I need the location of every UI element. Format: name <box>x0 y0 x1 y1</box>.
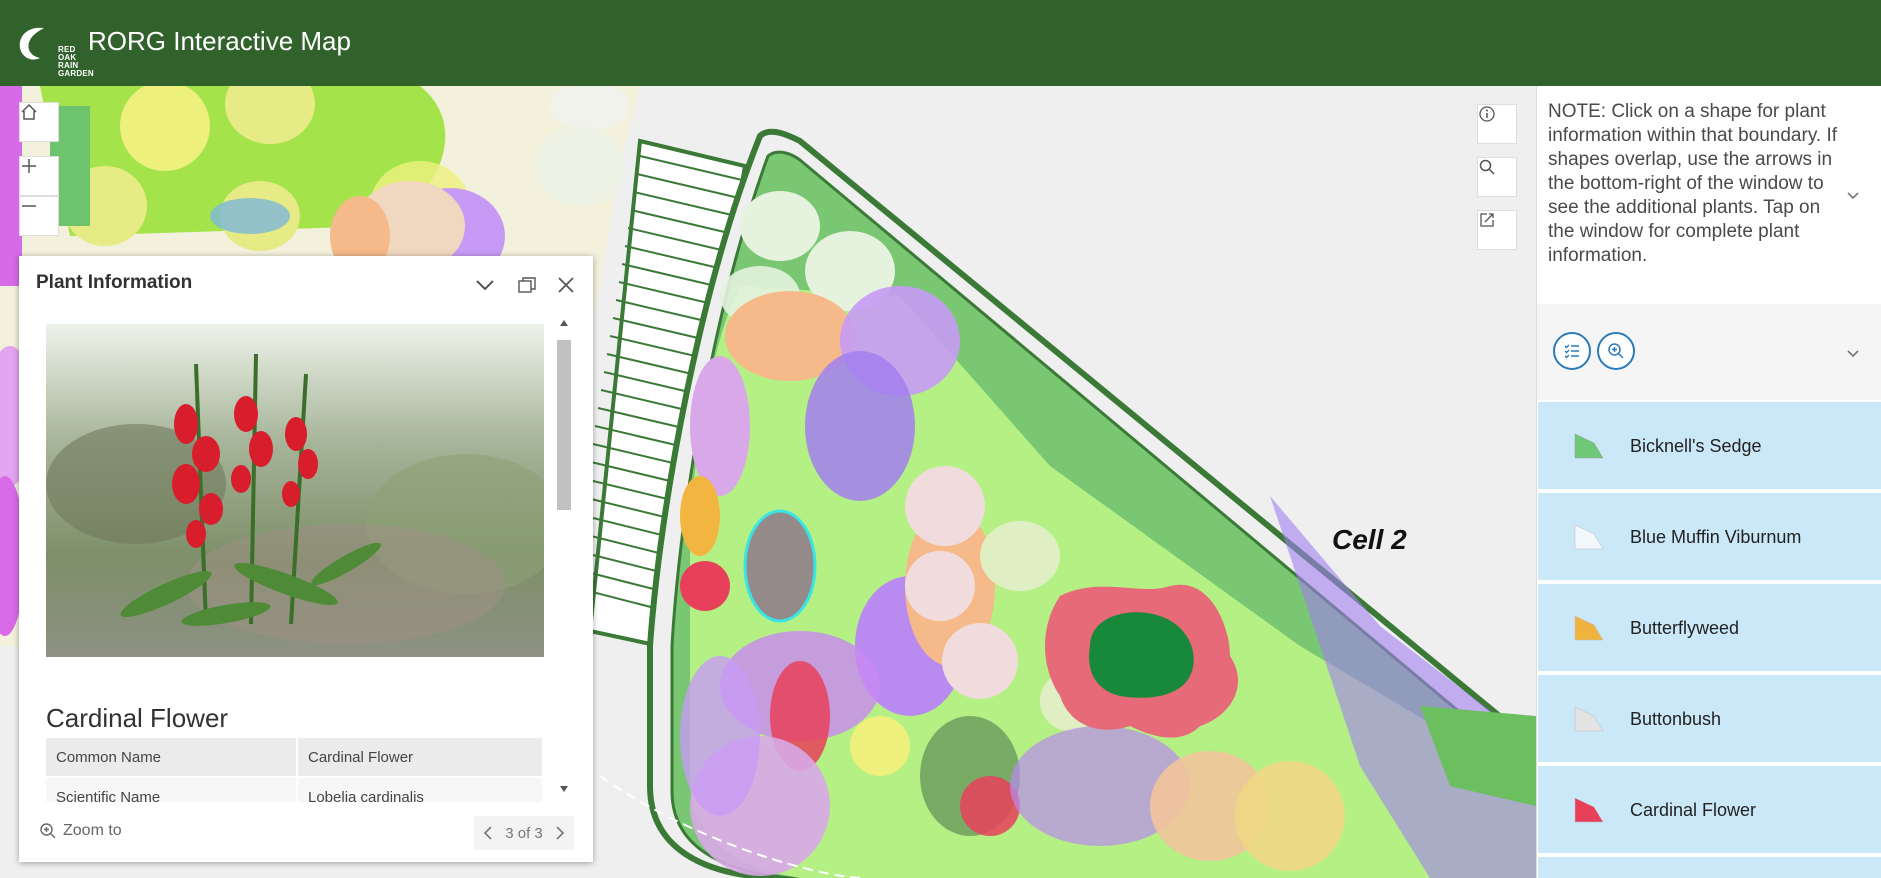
legend-swatch <box>1574 706 1604 732</box>
legend-item[interactable]: Cardinal Flower <box>1538 766 1881 855</box>
dock-button[interactable] <box>512 270 542 300</box>
legend-swatch <box>1574 433 1604 459</box>
legend-item[interactable]: Bicknell's Sedge <box>1538 402 1881 491</box>
scroll-thumb[interactable] <box>557 340 571 510</box>
legend-tools <box>1537 304 1881 400</box>
plant-photo <box>46 324 544 657</box>
legend-swatch <box>1574 797 1604 823</box>
close-icon <box>558 277 574 293</box>
collapse-button[interactable] <box>470 270 500 300</box>
previous-icon[interactable] <box>482 825 494 841</box>
swatch-shape <box>1574 797 1604 823</box>
share-icon <box>1480 213 1494 227</box>
table-row: Scientific Name Lobelia cardinalis <box>46 777 544 802</box>
legend-label: Cardinal Flower <box>1630 800 1757 820</box>
zoom-in-button[interactable] <box>19 156 59 196</box>
legend-item[interactable]: Buttonbush <box>1538 675 1881 764</box>
field-value: Cardinal Flower <box>297 738 544 778</box>
zoom-to-legend-button[interactable] <box>1597 332 1635 370</box>
table-row: Common Name Cardinal Flower <box>46 738 544 778</box>
search-button[interactable] <box>1477 157 1517 197</box>
zoom-in-icon <box>40 823 56 839</box>
logo: RED OAK RAIN GARDEN <box>14 22 94 78</box>
app-title: RORG Interactive Map <box>88 26 351 56</box>
legend-label: Buttonbush <box>1630 709 1722 729</box>
attribute-table: Common Name Cardinal Flower Scientific N… <box>46 738 544 802</box>
info-icon <box>1479 106 1495 122</box>
close-button[interactable] <box>551 270 581 300</box>
checklist-icon <box>1564 344 1579 359</box>
swatch-shape <box>1574 615 1604 641</box>
layer-list-button[interactable] <box>1553 332 1591 370</box>
legend-label: Bicknell's Sedge <box>1630 436 1762 456</box>
swatch-shape <box>1574 524 1604 550</box>
swatch-shape <box>1574 433 1604 459</box>
popup-content[interactable]: Cardinal Flower Common Name Cardinal Flo… <box>19 310 593 802</box>
feature-title: Cardinal Flower <box>46 703 229 733</box>
legend-label: Butterflyweed <box>1630 618 1740 638</box>
legend-swatch <box>1574 524 1604 550</box>
app-header: RED OAK RAIN GARDEN RORG Interactive Map <box>0 0 1881 86</box>
chevron-down-icon <box>1847 350 1859 358</box>
zoom-to-label: Zoom to <box>63 822 122 839</box>
popup-footer: Zoom to 3 of 3 <box>19 804 593 862</box>
minus-icon <box>22 205 36 207</box>
zoom-in-icon <box>1608 343 1624 359</box>
home-icon <box>21 103 37 120</box>
legend-item[interactable]: Butterflyweed <box>1538 584 1881 673</box>
feature-pager: 3 of 3 <box>474 816 574 850</box>
swatch-shape <box>1574 706 1604 732</box>
tools-collapse-button[interactable] <box>1846 346 1860 364</box>
note-collapse-button[interactable] <box>1846 188 1860 206</box>
legend-swatch <box>1574 615 1604 641</box>
cell-label: Cell 2 <box>1332 524 1407 555</box>
share-button[interactable] <box>1477 210 1517 250</box>
logo-line: GARDEN <box>58 69 94 78</box>
next-icon[interactable] <box>554 825 566 841</box>
search-icon <box>1479 159 1495 175</box>
legend-item-partial[interactable] <box>1538 857 1881 878</box>
pager-count: 3 of 3 <box>505 824 543 842</box>
home-button[interactable] <box>19 102 59 142</box>
legend-label: Blue Muffin Viburnum <box>1630 527 1802 547</box>
plus-icon <box>22 159 36 173</box>
zoom-to-button[interactable]: Zoom to <box>39 822 122 840</box>
legend-item[interactable]: Blue Muffin Viburnum <box>1538 493 1881 582</box>
popup-title: Plant Information <box>36 272 193 293</box>
note-text: NOTE: Click on a shape for plant informa… <box>1548 101 1838 266</box>
plant-info-popup[interactable]: Plant Information Cardinal Flower Common… <box>19 256 593 862</box>
chevron-down-icon <box>476 280 494 291</box>
field-name: Scientific Name <box>46 777 298 802</box>
field-value: Lobelia cardinalis <box>297 777 544 802</box>
field-name: Common Name <box>46 738 298 778</box>
dock-icon <box>518 277 536 293</box>
info-button[interactable] <box>1477 104 1517 144</box>
zoom-out-button[interactable] <box>19 196 59 236</box>
chevron-down-icon <box>1847 192 1859 200</box>
